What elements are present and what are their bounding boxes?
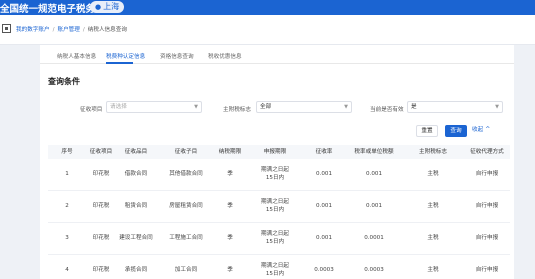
chevron-down-icon: ▼ (495, 104, 499, 110)
item-select[interactable]: 请选择 ▼ (106, 101, 202, 113)
cell-col-item: 印花税 (92, 202, 110, 209)
header-col-subcategory: 征收子目 (174, 149, 198, 155)
breadcrumb-separator: / (52, 27, 55, 33)
tab-qualification[interactable]: 资格信息查询 (160, 52, 194, 60)
valid-value: 是 (411, 104, 417, 110)
header-col-main-flag: 主附税标志 (419, 149, 447, 155)
cell-col-rate: 0.001 (315, 202, 333, 209)
cell-col-period: 季 (227, 202, 233, 209)
table-header: 序号 征收项目 征收品目 征收子目 纳税期限 申报期限 征收率 税率或单位税额 主附税标志 征收代… (48, 145, 510, 159)
cell-col-tax-rate: 0.0003 (364, 266, 384, 273)
cell-col-period: 季 (227, 234, 233, 241)
cell-col-main-flag: 主税 (427, 234, 439, 241)
cell-col-period: 季 (227, 170, 233, 177)
active-tab-underline (106, 62, 133, 64)
cell-col-rate: 0.001 (315, 170, 333, 177)
header-col-index: 序号 (61, 149, 73, 155)
cell-col-index: 3 (65, 234, 69, 241)
item-field-label: 征收项目 (80, 107, 103, 113)
cell-col-rate: 0.0003 (314, 266, 334, 273)
header-col-agent-mode: 征收代理方式 (470, 149, 504, 155)
table-row: 3 印花税 建设工程合同 工程施工合同 季 期满之日起 15日内 0.001 0.0001 主税 自… (48, 223, 510, 255)
tab-preferential[interactable]: 税收优惠信息 (208, 52, 242, 60)
breadcrumb: 我的数字账户 / 账户管理 / 纳税人信息查询 (16, 25, 127, 33)
main-flag-field-label: 主附税标志 (223, 107, 251, 113)
main-flag-value: 全部 (260, 104, 272, 110)
cell-col-rate: 0.001 (315, 234, 333, 241)
valid-select[interactable]: 是 ▼ (407, 101, 503, 113)
header-col-category: 征收品目 (124, 149, 148, 155)
tab-basic-info[interactable]: 纳税人基本信息 (57, 52, 96, 60)
cell-col-main-flag: 主税 (427, 266, 439, 273)
valid-field-label: 当前是否有效 (370, 107, 404, 113)
tab-bar: 纳税人基本信息 税费种认定信息 资格信息查询 税收优惠信息 (40, 45, 514, 64)
cell-col-tax-rate: 0.001 (365, 202, 383, 209)
collapse-label: 收起 (472, 127, 484, 133)
cell-col-index: 4 (65, 266, 69, 273)
cell-col-index: 2 (65, 202, 69, 209)
cell-col-tax-rate: 0.0001 (364, 234, 384, 241)
cell-col-agent-mode: 自行申报 (475, 266, 499, 273)
main-flag-select[interactable]: 全部 ▼ (256, 101, 352, 113)
location-label: 上海 (103, 2, 120, 11)
item-select-placeholder: 请选择 (110, 104, 127, 110)
cell-col-subcategory: 其他借款合同 (169, 170, 203, 177)
chevron-up-icon: ^ (485, 126, 491, 133)
cell-col-agent-mode: 自行申报 (475, 202, 499, 209)
query-button[interactable]: 查询 (445, 125, 467, 137)
cell-col-category: 租赁合同 (124, 202, 148, 209)
cell-col-deadline: 期满之日起 15日内 (261, 198, 289, 213)
header-col-rate: 征收率 (315, 149, 333, 155)
breadcrumb-link-account-mgmt[interactable]: 账户管理 (57, 27, 79, 33)
location-pin-icon: ● (95, 3, 102, 11)
cell-col-agent-mode: 自行申报 (475, 170, 499, 177)
cell-col-category: 承揽合同 (124, 266, 148, 273)
menu-square-icon[interactable] (2, 24, 11, 33)
reset-button[interactable]: 重置 (416, 125, 438, 137)
top-header-bar: 全国统一规范电子税务局 ● 上海 (0, 0, 535, 15)
cell-col-deadline: 期满之日起 15日内 (261, 262, 289, 277)
cell-col-subcategory: 加工合同 (174, 266, 198, 273)
breadcrumb-separator: / (82, 27, 85, 33)
cell-col-agent-mode: 自行申报 (475, 234, 499, 241)
query-section-title: 查询条件 (48, 77, 80, 86)
header-col-period: 纳税期限 (218, 149, 242, 155)
table-row: 2 印花税 租赁合同 房屋租赁合同 季 期满之日起 15日内 0.001 0.001 主税 自行申报 (48, 191, 510, 223)
cell-col-category: 建设工程合同 (119, 234, 153, 241)
breadcrumb-bar: 我的数字账户 / 账户管理 / 纳税人信息查询 (0, 15, 535, 45)
app-title: 全国统一规范电子税务局 (0, 4, 105, 15)
cell-col-item: 印花税 (92, 170, 110, 177)
cell-col-main-flag: 主税 (427, 202, 439, 209)
header-col-tax-rate: 税率或单位税额 (354, 149, 394, 155)
cell-col-main-flag: 主税 (427, 170, 439, 177)
header-col-deadline: 申报期限 (263, 149, 287, 155)
cell-col-index: 1 (65, 170, 69, 177)
chevron-down-icon: ▼ (194, 104, 198, 110)
table-row: 4 印花税 承揽合同 加工合同 季 期满之日起 15日内 0.0003 0.0003 主税 自行申报 (48, 255, 510, 279)
tab-tax-recognition[interactable]: 税费种认定信息 (106, 52, 145, 60)
cell-col-category: 借款合同 (124, 170, 148, 177)
cell-col-deadline: 期满之日起 15日内 (261, 230, 289, 245)
breadcrumb-link-account[interactable]: 我的数字账户 (16, 27, 50, 33)
header-col-item: 征收项目 (89, 149, 113, 155)
breadcrumb-current: 纳税人信息查询 (87, 27, 127, 33)
collapse-button[interactable]: 收起 ^ (472, 125, 498, 137)
location-selector[interactable]: ● 上海 (90, 1, 125, 13)
content-panel: 纳税人基本信息 税费种认定信息 资格信息查询 税收优惠信息 查询条件 征收项目 … (40, 45, 514, 279)
cell-col-deadline: 期满之日起 15日内 (261, 166, 289, 181)
cell-col-tax-rate: 0.001 (365, 170, 383, 177)
cell-col-period: 季 (227, 266, 233, 273)
cell-col-subcategory: 工程施工合同 (169, 234, 203, 241)
cell-col-subcategory: 房屋租赁合同 (169, 202, 203, 209)
chevron-down-icon: ▼ (344, 104, 348, 110)
table-row: 1 印花税 借款合同 其他借款合同 季 期满之日起 15日内 0.001 0.001 主税 自行申报 (48, 159, 510, 191)
cell-col-item: 印花税 (92, 234, 110, 241)
cell-col-item: 印花税 (92, 266, 110, 273)
